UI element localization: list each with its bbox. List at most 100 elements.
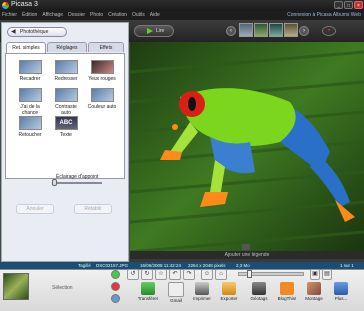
window-title: Picasa 3 [11, 1, 38, 8]
clear-icon[interactable] [111, 282, 120, 291]
auto-contrast-tool[interactable]: Contraste auto [50, 88, 82, 116]
menu-view[interactable]: Affichage [42, 12, 63, 18]
selection-label: Sélection [52, 285, 73, 291]
zoom-out-icon[interactable]: ▤ [322, 269, 332, 280]
email-icon [168, 282, 184, 297]
fill-light-slider-knob[interactable] [52, 179, 57, 186]
maximize-icon[interactable]: □ [344, 1, 353, 9]
menu-bar: Fichier Édition Affichage Dossier Photo … [0, 11, 364, 20]
filmstrip-thumb[interactable] [284, 23, 298, 37]
minimize-icon[interactable]: _ [334, 1, 343, 9]
feeling-lucky-icon [18, 88, 42, 102]
selected-photo-thumb[interactable] [3, 273, 29, 300]
fill-light-slider[interactable] [52, 179, 102, 186]
slider-knob[interactable] [247, 270, 252, 278]
filmstrip-thumb[interactable] [269, 23, 283, 37]
tag-icon[interactable]: ⌂ [215, 269, 227, 280]
menu-items: Fichier Édition Affichage Dossier Photo … [2, 12, 160, 18]
file-name: DSC02157.JPG [96, 263, 129, 268]
play-slideshow-button[interactable]: Lire [134, 25, 174, 37]
auto-color-tool[interactable]: Couleur auto [86, 88, 118, 110]
rotate-view-icon[interactable]: ◓ [322, 26, 336, 36]
photo-info-bar: Tagillé DSC02157.JPG 16/06/2008 11:42:24… [0, 262, 364, 269]
file-size: 2,3 Mo [236, 263, 250, 268]
feeling-lucky-tool[interactable]: J'ai de la chance [14, 88, 46, 116]
globe-icon [252, 282, 266, 295]
retouch-tool[interactable]: Retoucher [14, 116, 46, 138]
play-label: Lire [156, 28, 165, 34]
thumbnail-size-slider[interactable] [238, 270, 304, 278]
back-to-library-button[interactable]: ◀ Photothèque [7, 27, 67, 37]
tab-effects[interactable]: Effets [88, 42, 124, 52]
menu-file[interactable]: Fichier [2, 12, 17, 18]
basic-fixes-pane: Recadrer Redresser Yeux rouges J'ai de l… [5, 53, 125, 186]
text-tool-icon: ABC [54, 116, 78, 130]
filmstrip-thumb[interactable] [254, 23, 268, 37]
redeye-icon [90, 60, 114, 74]
zoom-in-icon[interactable]: ▣ [310, 269, 320, 280]
crop-tool[interactable]: Recadrer [14, 60, 46, 82]
print-button[interactable]: Imprimer [190, 282, 214, 301]
photo-viewer [129, 42, 364, 262]
export-button[interactable]: Exporter [217, 282, 241, 301]
face-icon[interactable]: ☺ [201, 269, 213, 280]
edit-panel: ◀ Photothèque Ret. simples Réglages Effe… [1, 22, 129, 262]
gmail-button[interactable]: Gmail [164, 282, 188, 303]
upload-button[interactable]: Transférer [136, 282, 160, 301]
photo-count: 1 sur 1 [340, 263, 354, 268]
menu-help[interactable]: Aide [150, 12, 160, 18]
blogthis-button[interactable]: BlogThis! [275, 282, 299, 301]
menu-create[interactable]: Création [108, 12, 127, 18]
add-to-album-icon[interactable] [111, 294, 120, 303]
rotate-cw-icon[interactable]: ↷ [183, 269, 195, 280]
photo-date: 16/06/2008 11:42:24 [140, 263, 181, 268]
tag-status: Tagillé [78, 263, 91, 268]
text-tool[interactable]: ABC Texte [50, 116, 82, 138]
collage-icon [307, 282, 321, 295]
folder-export-icon [222, 282, 236, 295]
redo-button[interactable]: Rétablir [74, 204, 112, 214]
back-label: Photothèque [20, 29, 49, 35]
more-icon [334, 282, 348, 295]
title-bar: Picasa 3 _ □ × [0, 0, 364, 11]
retouch-icon [18, 116, 42, 130]
play-icon [147, 28, 153, 34]
blogger-icon [280, 282, 294, 295]
rotate-right-icon[interactable]: ↻ [141, 269, 153, 280]
caption-placeholder[interactable]: Ajouter une légende [225, 252, 270, 258]
rotate-ccw-icon[interactable]: ↶ [169, 269, 181, 280]
more-button[interactable]: Plus... [329, 282, 353, 301]
caption-bar[interactable]: Ajouter une légende [130, 251, 364, 259]
photo-dimensions: 2264 x 2048 pixels [188, 263, 226, 268]
tab-basic-fixes[interactable]: Ret. simples [6, 42, 46, 53]
filmstrip-thumb[interactable] [239, 23, 253, 37]
account-link[interactable]: Connexion à Picasa Albums Web [287, 12, 361, 18]
back-arrow-icon: ◀ [11, 29, 16, 35]
menu-photo[interactable]: Photo [90, 12, 103, 18]
edit-tabs: Ret. simples Réglages Effets [5, 42, 125, 53]
star-icon[interactable]: ☆ [155, 269, 167, 280]
straighten-tool[interactable]: Redresser [50, 60, 82, 82]
menu-folder[interactable]: Dossier [68, 12, 85, 18]
close-icon[interactable]: × [354, 1, 363, 9]
picasa-logo-icon [2, 2, 9, 9]
frog-photo [129, 42, 364, 254]
auto-contrast-icon [54, 88, 78, 102]
auto-color-icon [90, 88, 114, 102]
crop-icon [18, 60, 42, 74]
tab-tuning[interactable]: Réglages [47, 42, 87, 52]
hold-icon[interactable] [111, 270, 120, 279]
undo-button[interactable]: Annuler [16, 204, 54, 214]
printer-icon [195, 282, 209, 295]
rotate-left-icon[interactable]: ↺ [127, 269, 139, 280]
straighten-icon [54, 60, 78, 74]
menu-edit[interactable]: Édition [22, 12, 37, 18]
redeye-tool[interactable]: Yeux rouges [86, 60, 118, 82]
menu-tools[interactable]: Outils [132, 12, 145, 18]
fill-light-label: Éclairage d'appoint [56, 174, 99, 180]
caption-toggle-icon[interactable] [242, 244, 250, 250]
next-photo-icon[interactable]: › [299, 26, 309, 36]
previous-photo-icon[interactable]: ‹ [226, 26, 236, 36]
collage-button[interactable]: Montage [302, 282, 326, 301]
geotag-button[interactable]: Géotags [247, 282, 271, 301]
